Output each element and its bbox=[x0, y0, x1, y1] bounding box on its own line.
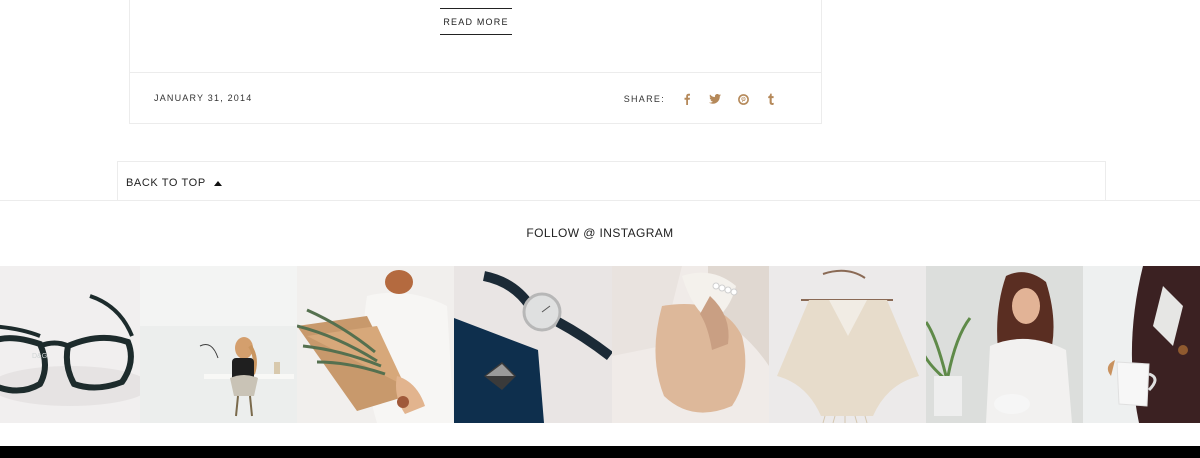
share-bar: SHARE: bbox=[624, 89, 785, 109]
share-label: SHARE: bbox=[623, 94, 665, 104]
glasses-brand-logo: D&G bbox=[32, 353, 47, 360]
post-meta-row: JANUARY 31, 2014 SHARE: bbox=[130, 72, 821, 124]
pinterest-icon[interactable] bbox=[729, 89, 757, 109]
instagram-photo-knit-poncho[interactable] bbox=[769, 266, 926, 423]
instagram-photo-woman-with-tea[interactable] bbox=[926, 266, 1083, 423]
read-more-button[interactable]: READ MORE bbox=[440, 8, 512, 35]
section-divider bbox=[0, 200, 1200, 201]
instagram-photo-glasses[interactable]: D&G bbox=[0, 266, 140, 423]
instagram-photo-lace-bodysuit[interactable] bbox=[612, 266, 769, 423]
back-to-top-bar: BACK TO TOP bbox=[117, 161, 1106, 201]
instagram-heading: FOLLOW @ INSTAGRAM bbox=[526, 226, 674, 240]
facebook-icon[interactable] bbox=[673, 89, 701, 109]
footer-bar bbox=[0, 446, 1200, 458]
caret-up-icon bbox=[213, 177, 222, 189]
instagram-photo-woman-at-desk[interactable] bbox=[140, 266, 297, 423]
blog-post-card: READ MORE JANUARY 31, 2014 SHARE: bbox=[129, 0, 822, 124]
back-to-top-link[interactable]: BACK TO TOP bbox=[126, 177, 222, 189]
back-to-top-label: BACK TO TOP bbox=[126, 177, 206, 189]
instagram-gallery: D&G bbox=[0, 266, 1200, 423]
tumblr-icon[interactable] bbox=[757, 89, 785, 109]
instagram-photo-wristwatch[interactable] bbox=[454, 266, 612, 423]
twitter-icon[interactable] bbox=[701, 89, 729, 109]
instagram-photo-man-with-mug[interactable] bbox=[1083, 266, 1200, 423]
post-date: JANUARY 31, 2014 bbox=[154, 93, 253, 103]
instagram-photo-flower-bouquet[interactable] bbox=[297, 266, 454, 423]
